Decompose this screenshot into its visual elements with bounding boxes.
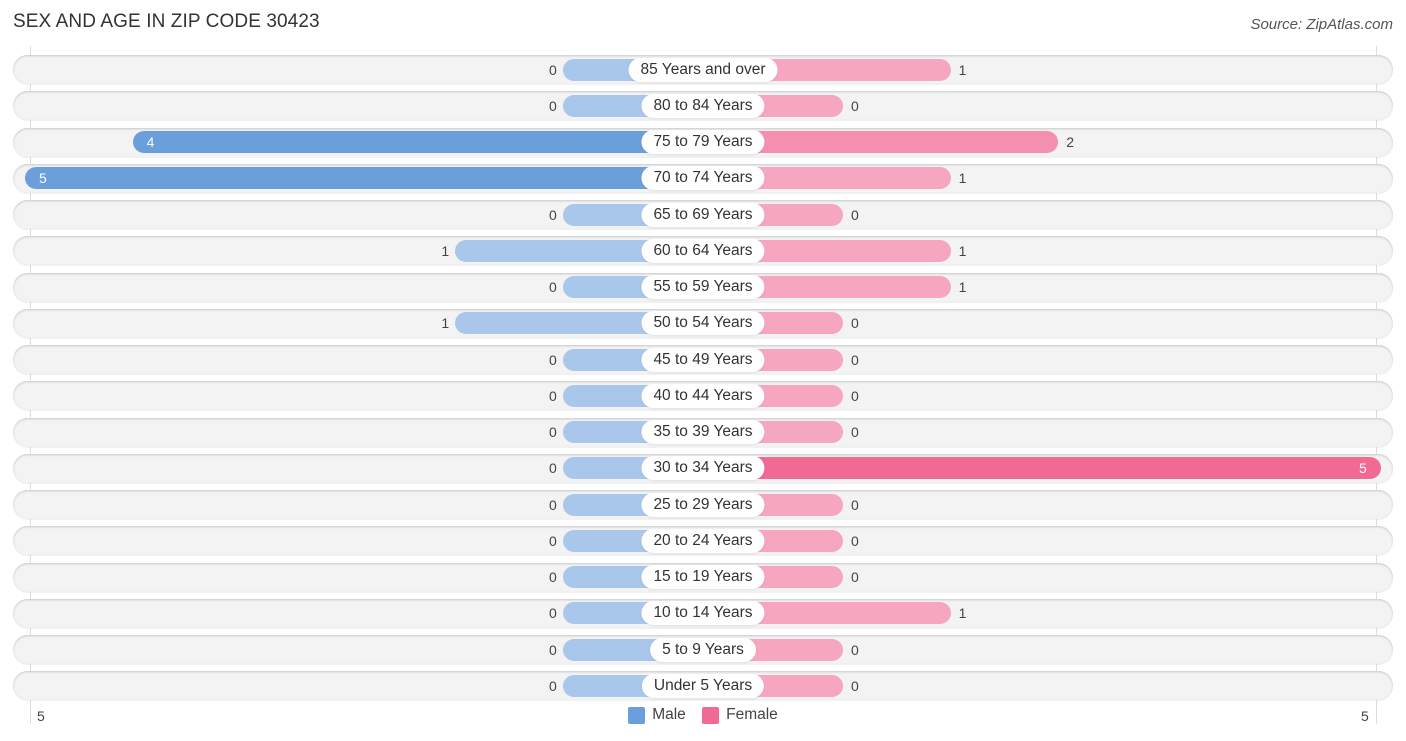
category-label: 20 to 24 Years <box>641 528 765 553</box>
value-label-male: 5 <box>39 170 47 187</box>
value-label-male: 0 <box>549 569 557 585</box>
value-label-male: 0 <box>549 605 557 622</box>
value-label-female: 0 <box>851 424 859 440</box>
value-label-male: 0 <box>549 532 557 549</box>
category-label: 75 to 79 Years <box>641 130 765 154</box>
category-label: 35 to 39 Years <box>641 420 765 444</box>
value-label-female: 0 <box>851 532 859 549</box>
category-label: 55 to 59 Years <box>641 275 765 299</box>
value-label-male: 0 <box>549 351 557 368</box>
legend-label-female: Female <box>726 706 778 723</box>
value-label-female: 0 <box>851 351 859 368</box>
value-label-female: 5 <box>1359 460 1367 477</box>
value-label-female: 1 <box>958 61 967 78</box>
value-label-male: 0 <box>549 424 557 440</box>
bar-female[interactable] <box>703 457 1381 480</box>
value-label-male: 0 <box>549 97 557 114</box>
category-label: 45 to 49 Years <box>641 347 765 372</box>
legend-item-female[interactable]: Female <box>702 706 778 724</box>
value-label-male: 0 <box>549 460 557 477</box>
value-label-male: 1 <box>441 242 450 259</box>
value-label-female: 0 <box>851 641 859 658</box>
value-label-female: 0 <box>851 97 859 114</box>
category-label: 65 to 69 Years <box>641 202 765 227</box>
legend-item-male[interactable]: Male <box>628 706 686 724</box>
value-label-female: 0 <box>851 315 859 332</box>
bar-male[interactable] <box>25 167 703 190</box>
value-label-female: 0 <box>851 387 859 404</box>
chart-title: SEX AND AGE IN ZIP CODE 30423 <box>13 11 320 32</box>
value-label-male: 0 <box>549 641 557 658</box>
value-label-male: 0 <box>549 677 557 694</box>
category-label: 15 to 19 Years <box>641 565 765 589</box>
value-label-male: 0 <box>549 206 557 223</box>
category-label: 25 to 29 Years <box>641 492 765 517</box>
value-label-male: 4 <box>146 134 155 150</box>
value-label-male: 0 <box>549 61 557 78</box>
value-label-male: 0 <box>549 387 557 404</box>
value-label-male: 0 <box>549 279 557 295</box>
value-label-female: 0 <box>851 677 859 694</box>
value-label-female: 1 <box>958 170 967 187</box>
value-label-female: 0 <box>851 569 859 585</box>
category-label: 10 to 14 Years <box>641 601 765 626</box>
category-label: 80 to 84 Years <box>641 93 765 118</box>
category-label: 85 Years and over <box>628 57 778 82</box>
legend-label-male: Male <box>652 706 686 723</box>
source-label: Source: ZipAtlas.com <box>1250 16 1393 33</box>
value-label-male: 1 <box>441 315 450 332</box>
legend-swatch-female <box>702 706 720 724</box>
category-label: 60 to 64 Years <box>641 238 765 263</box>
legend: Male Female <box>0 706 1406 729</box>
value-label-female: 0 <box>851 496 859 513</box>
value-label-female: 1 <box>958 605 967 622</box>
category-label: 70 to 74 Years <box>641 166 765 191</box>
category-label: Under 5 Years <box>641 673 765 698</box>
value-label-female: 1 <box>958 279 967 295</box>
bar-male[interactable] <box>132 131 703 153</box>
category-label: 40 to 44 Years <box>641 383 765 408</box>
legend-swatch-male <box>628 706 646 724</box>
value-label-female: 1 <box>958 242 967 259</box>
category-label: 50 to 54 Years <box>641 311 765 336</box>
category-label: 30 to 34 Years <box>641 456 765 481</box>
value-label-female: 2 <box>1066 134 1074 150</box>
value-label-female: 0 <box>851 206 859 223</box>
category-label: 5 to 9 Years <box>650 637 756 662</box>
value-label-male: 0 <box>549 496 557 513</box>
